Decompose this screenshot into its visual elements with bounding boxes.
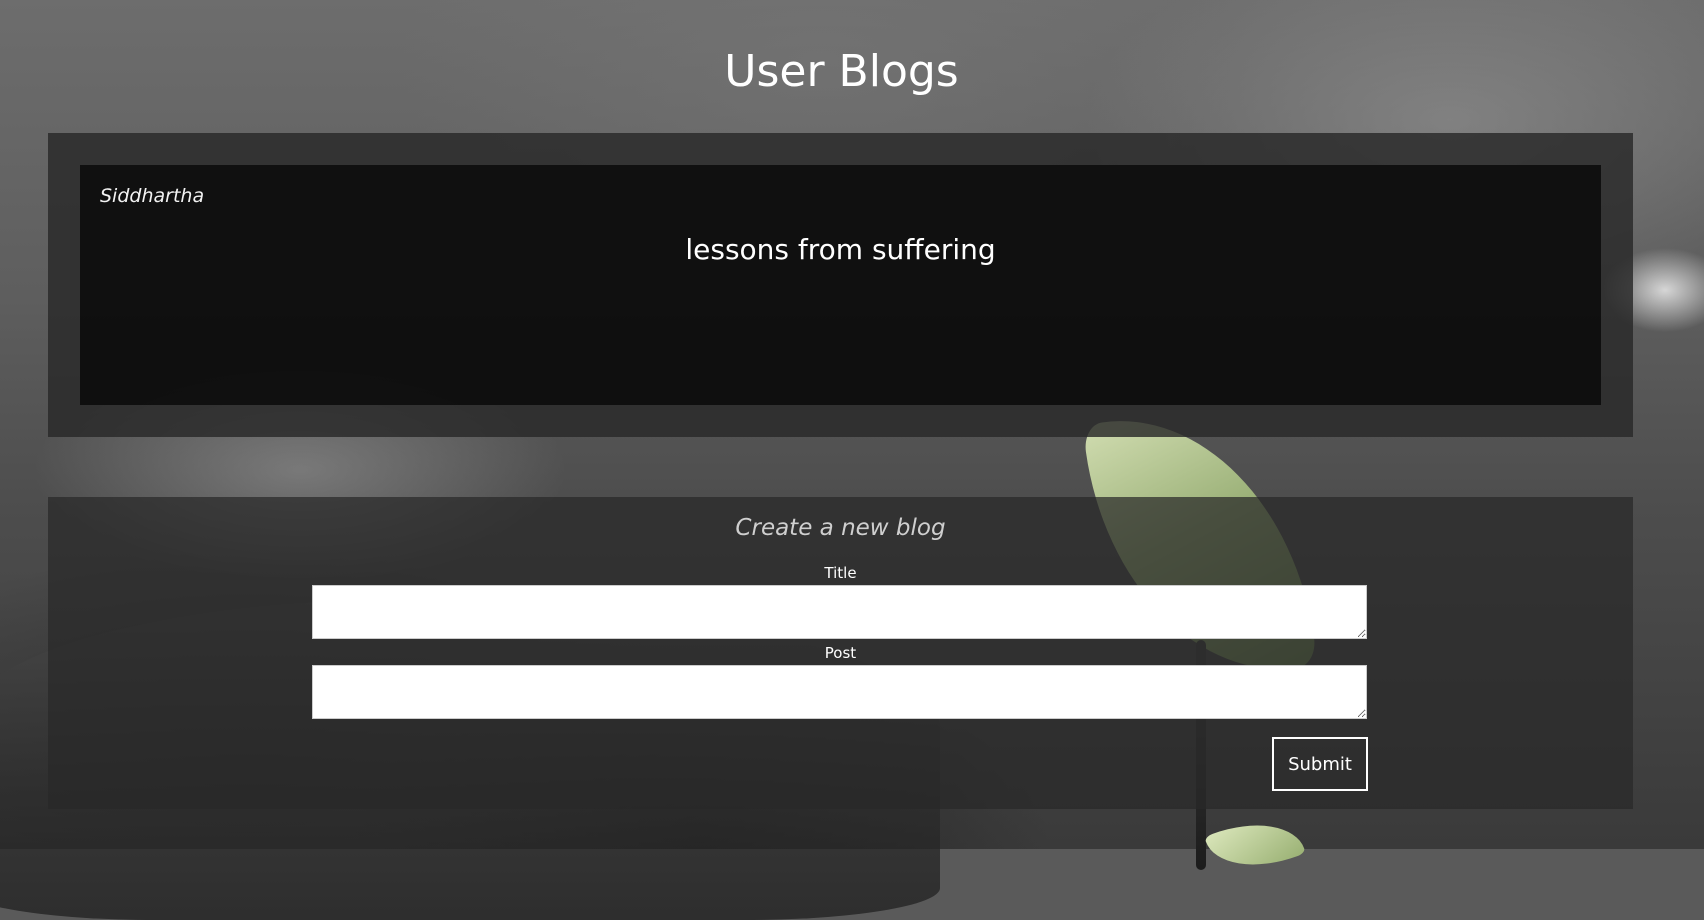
submit-button[interactable]: Submit <box>1272 737 1368 791</box>
post-label: Post <box>824 644 857 662</box>
title-field[interactable] <box>312 585 1367 639</box>
post-field[interactable] <box>312 665 1367 719</box>
blog-author: Siddhartha <box>100 185 205 207</box>
create-blog-heading: Create a new blog <box>735 515 946 541</box>
title-label: Title <box>824 564 857 582</box>
blog-title[interactable]: lessons from suffering <box>80 233 1601 266</box>
blog-card[interactable]: Siddhartha lessons from suffering <box>80 165 1601 405</box>
page-title: User Blogs <box>724 46 959 97</box>
blogs-panel: Siddhartha lessons from suffering <box>48 133 1633 437</box>
create-blog-panel: Create a new blog Title Post Submit <box>48 497 1633 809</box>
